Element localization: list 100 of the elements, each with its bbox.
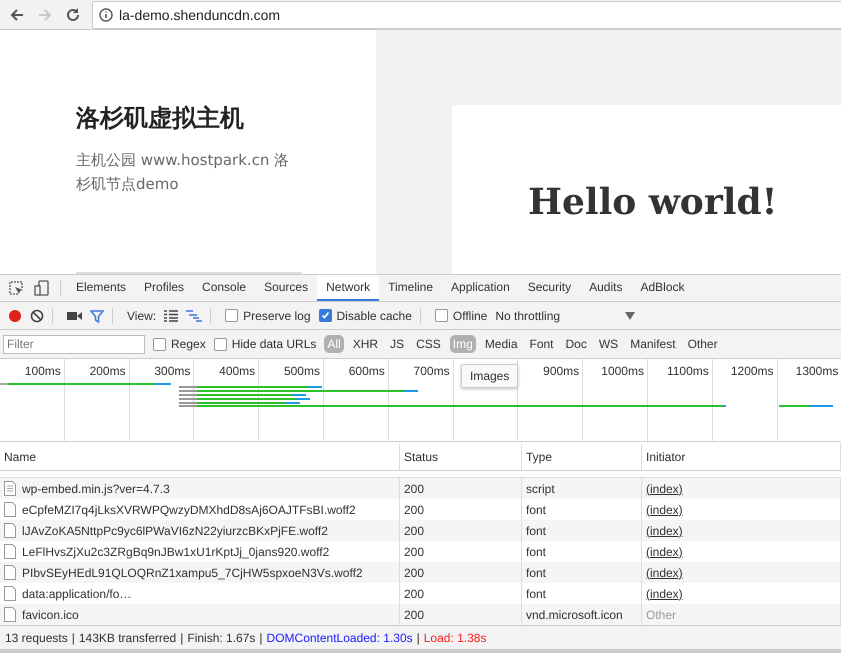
- initiator-link[interactable]: (index): [646, 482, 683, 496]
- initiator-text: Other: [646, 608, 676, 622]
- address-bar[interactable]: la-demo.shenduncdn.com: [92, 0, 841, 28]
- url-text: la-demo.shenduncdn.com: [119, 6, 280, 22]
- initiator-link[interactable]: (index): [646, 524, 683, 538]
- type-filter-button[interactable]: Doc: [562, 335, 590, 353]
- file-name: favicon.ico: [22, 608, 79, 622]
- time-tick: 100ms: [24, 363, 62, 378]
- time-tick: 500ms: [282, 363, 321, 378]
- file-icon: [4, 523, 16, 538]
- filter-icon[interactable]: [90, 308, 104, 322]
- separator: |: [72, 630, 75, 644]
- time-tick: 700ms: [412, 363, 451, 378]
- file-icon: [4, 544, 16, 559]
- hide-data-urls-checkbox[interactable]: [214, 338, 227, 350]
- devtools-tab[interactable]: Audits: [580, 275, 632, 301]
- status-cell: 200: [400, 562, 522, 583]
- site-title: 洛杉矶虚拟主机: [76, 103, 245, 134]
- type-cell: vnd.microsoft.icon: [522, 604, 642, 625]
- type-cell: font: [522, 562, 642, 583]
- preserve-log-label: Preserve log: [243, 308, 311, 322]
- reload-icon[interactable]: [64, 6, 82, 24]
- status-text: 143KB transferred: [78, 630, 176, 644]
- file-icon: [4, 607, 16, 622]
- hide-data-urls-label: Hide data URLs: [232, 337, 316, 351]
- time-tick: 200ms: [88, 363, 127, 378]
- file-name: lJAvZoKA5NttpPc9yc6lPWaVI6zN22yiurzcBKxPjFE.woff2: [22, 524, 328, 538]
- regex-checkbox[interactable]: [153, 338, 166, 350]
- camera-icon[interactable]: [67, 310, 82, 322]
- checkmark-icon: [320, 311, 330, 320]
- offline-label: Offline: [452, 308, 488, 322]
- type-filter-button[interactable]: XHR: [350, 335, 382, 353]
- throttling-select[interactable]: No throttling: [495, 308, 640, 322]
- devtools-tab[interactable]: Application: [442, 275, 519, 301]
- time-tick: 600ms: [348, 363, 386, 378]
- type-filter-button[interactable]: Font: [526, 335, 557, 353]
- file-icon: [4, 502, 16, 517]
- devtools-tab[interactable]: Timeline: [379, 275, 442, 301]
- initiator-link[interactable]: (index): [646, 566, 683, 580]
- time-tick: 1200ms: [730, 363, 775, 378]
- type-filter-button[interactable]: CSS: [413, 335, 444, 353]
- type-filter-button[interactable]: Manifest: [627, 335, 679, 353]
- list-view-icon[interactable]: [164, 310, 178, 322]
- column-header[interactable]: Initiator: [642, 444, 841, 471]
- column-header[interactable]: Name: [0, 444, 400, 471]
- devtools-tab[interactable]: Security: [518, 275, 580, 301]
- regex-label: Regex: [171, 337, 206, 351]
- name-cell[interactable]: wp-embed.min.js?ver=4.7.3: [0, 478, 400, 499]
- status-text: DOMContentLoaded: 1.30s: [266, 630, 413, 644]
- status-cell: 200: [400, 604, 522, 625]
- initiator-link[interactable]: (index): [646, 502, 683, 516]
- offline-checkbox[interactable]: [434, 309, 448, 322]
- type-filter-button[interactable]: Media: [482, 335, 520, 353]
- waterfall-icon[interactable]: [186, 310, 202, 322]
- device-icon[interactable]: [34, 280, 50, 296]
- separator: |: [180, 630, 184, 644]
- name-cell[interactable]: lJAvZoKA5NttpPc9yc6lPWaVI6zN22yiurzcBKxPjFE.woff2: [0, 520, 400, 541]
- file-icon: [4, 565, 16, 580]
- devtools-tab[interactable]: Network: [317, 275, 380, 301]
- devtools-tab[interactable]: Profiles: [135, 275, 194, 301]
- initiator-link[interactable]: (index): [646, 586, 683, 600]
- filter-field[interactable]: Filter: [3, 334, 145, 354]
- disable-cache-checkbox[interactable]: [318, 309, 332, 322]
- devtools-tab[interactable]: Console: [193, 275, 256, 301]
- page-heading: Hello world!: [528, 181, 778, 223]
- name-cell[interactable]: favicon.ico: [0, 604, 400, 625]
- inspect-icon[interactable]: [8, 280, 24, 296]
- preserve-log-checkbox[interactable]: [225, 309, 238, 322]
- file-name: eCpfeMZI7q4jLksXVRWPQwzyDMXhdD8sAj6OAJTFsBI.woff2: [22, 502, 356, 516]
- status-text: Load: 1.38s: [424, 630, 486, 644]
- name-cell[interactable]: PIbvSEyHEdL91QLOQRnZ1xampu5_7CjHW5spxoeN3Vs.woff2: [0, 562, 400, 583]
- file-name: LeFlHvsZjXu2c3ZRgBq9nJBw1xU1rKptJj_0jans920.woff2: [22, 544, 330, 558]
- separator: |: [259, 630, 263, 644]
- clear-icon[interactable]: [30, 308, 44, 322]
- type-filter-button[interactable]: WS: [596, 335, 622, 353]
- devtools-tab[interactable]: AdBlock: [631, 275, 694, 301]
- script-file-icon: [4, 481, 16, 496]
- devtools-tab[interactable]: Sources: [255, 275, 318, 301]
- initiator-link[interactable]: (index): [646, 544, 683, 558]
- file-icon: [4, 586, 16, 601]
- type-filter-button[interactable]: Other: [684, 335, 721, 353]
- devtools-tab[interactable]: Elements: [67, 275, 136, 301]
- type-filter-button[interactable]: JS: [387, 335, 408, 353]
- time-tick: 400ms: [218, 363, 256, 378]
- record-icon[interactable]: [8, 308, 22, 322]
- time-tick: 300ms: [153, 363, 192, 378]
- type-cell: font: [522, 520, 642, 541]
- caret-icon: [625, 312, 636, 320]
- status-cell: 200: [400, 478, 522, 499]
- column-header[interactable]: Type: [522, 444, 642, 471]
- file-name: PIbvSEyHEdL91QLOQRnZ1xampu5_7CjHW5spxoeN3Vs.woff2: [22, 566, 363, 580]
- tooltip: Images: [461, 364, 518, 388]
- time-tick: 900ms: [542, 363, 580, 378]
- status-text: 13 requests: [5, 630, 68, 644]
- file-name: wp-embed.min.js?ver=4.7.3: [22, 482, 170, 496]
- time-tick: 1000ms: [600, 363, 645, 378]
- column-header[interactable]: Status: [400, 444, 522, 471]
- view-label: View:: [127, 308, 156, 322]
- separator: |: [416, 630, 420, 644]
- type-cell: script: [522, 478, 642, 499]
